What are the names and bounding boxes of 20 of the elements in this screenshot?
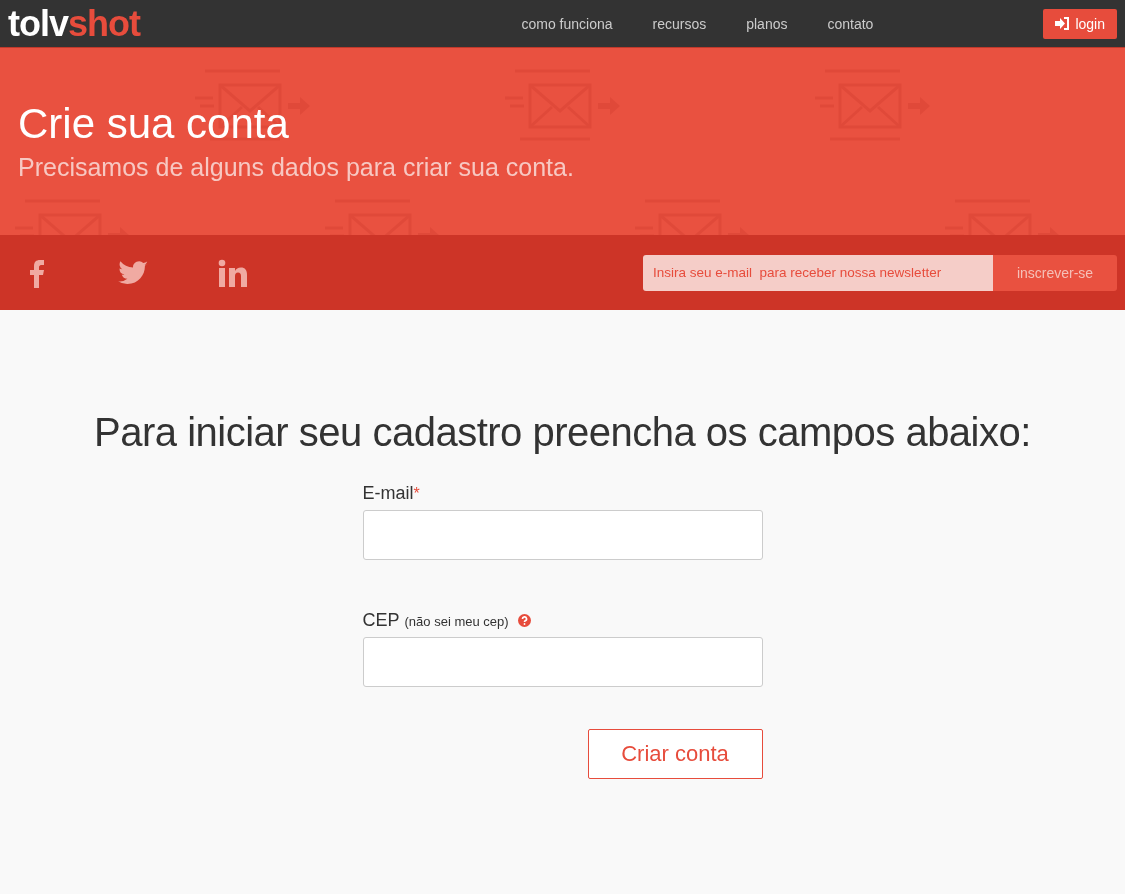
nav-link[interactable]: planos: [726, 15, 808, 32]
field-label: CEP: [362, 610, 400, 631]
required-mark: *: [413, 485, 420, 503]
input-field[interactable]: [362, 510, 763, 560]
login-button[interactable]: login: [1043, 8, 1117, 39]
page-subtitle: Precisamos de alguns dados para criar sua conta.: [18, 152, 575, 183]
linkedin-icon[interactable]: [218, 257, 248, 288]
input-field[interactable]: [362, 637, 763, 687]
page-title: Crie sua conta: [18, 99, 290, 149]
create-account-button[interactable]: Criar conta: [587, 729, 763, 779]
help-icon[interactable]: [517, 614, 531, 627]
sign-in-icon: [1055, 17, 1070, 30]
nav-link[interactable]: contato: [807, 15, 894, 32]
form-heading: Para iniciar seu cadastro preencha os campos abaixo:: [94, 410, 1031, 455]
field-label: E-mail: [362, 483, 414, 504]
logo[interactable]: tolvshot: [8, 5, 140, 42]
field-hint: (não sei meu cep): [404, 614, 509, 629]
nav-link[interactable]: recursos: [632, 15, 727, 32]
nav-link[interactable]: como funciona: [501, 15, 633, 32]
newsletter-email-field[interactable]: Insira seu e-mail para receber nossa newsletter: [643, 254, 993, 291]
